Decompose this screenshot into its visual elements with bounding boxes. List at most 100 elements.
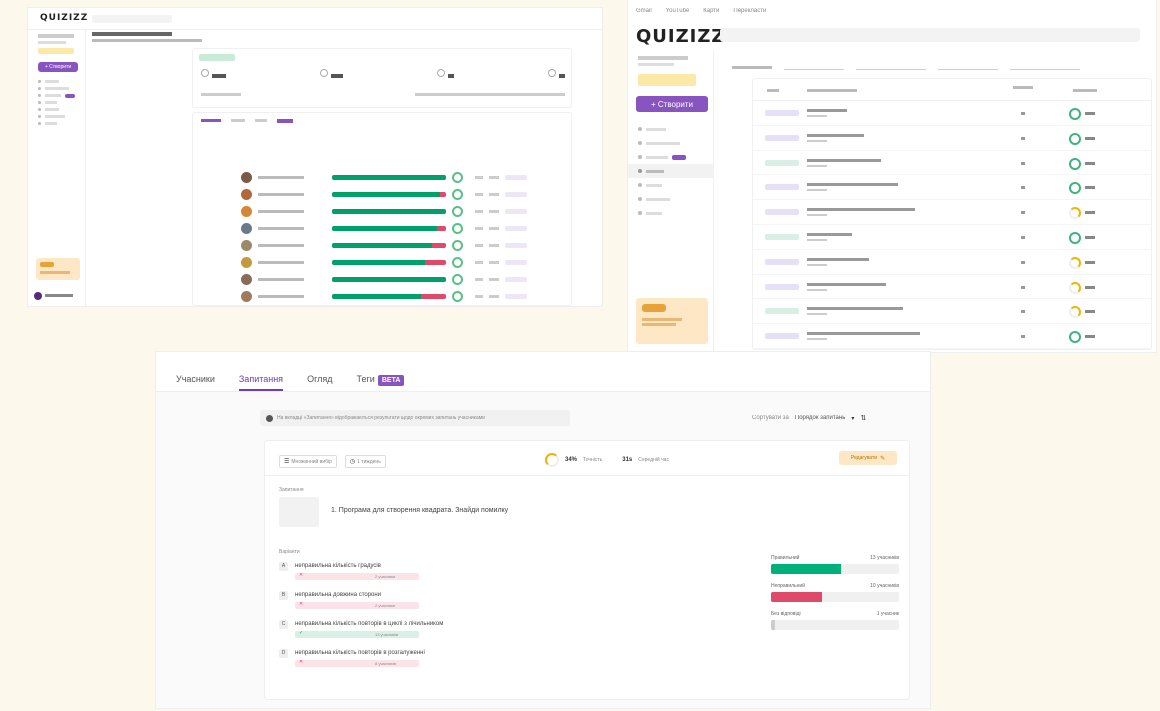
beta-badge: BETA: [377, 375, 405, 386]
avatar: [241, 291, 252, 302]
edit-button[interactable]: Редагувати ✎: [839, 451, 897, 465]
bookmark-gmail[interactable]: Gmail: [636, 8, 652, 20]
student-row[interactable]: [241, 186, 551, 203]
table-row[interactable]: [753, 225, 1151, 250]
search-input[interactable]: [92, 15, 172, 23]
table-header: [753, 79, 1151, 101]
accuracy-ring-icon: [1069, 182, 1081, 195]
tab-questions[interactable]: Запитання: [238, 374, 284, 391]
sidebar-item[interactable]: [38, 78, 85, 85]
details-button[interactable]: [505, 277, 527, 282]
table-row[interactable]: [753, 299, 1151, 325]
upgrade-badge[interactable]: [38, 48, 74, 54]
search-input[interactable]: [720, 28, 1140, 42]
table-row[interactable]: [753, 101, 1151, 126]
tab-participants[interactable]: Учасники: [176, 374, 215, 391]
upgrade-badge[interactable]: [638, 74, 696, 86]
tab-tags[interactable]: [277, 119, 293, 123]
tab-overview[interactable]: [255, 119, 267, 122]
table-row[interactable]: [753, 200, 1151, 225]
stat-count: 1 учасник: [876, 611, 899, 617]
create-button[interactable]: + Створити: [636, 96, 708, 112]
bookmark-youtube[interactable]: YouTube: [666, 8, 690, 20]
question-subtitle: [807, 238, 827, 241]
question-type-chip: ☰ Множинний вибір: [279, 455, 337, 468]
student-row[interactable]: [241, 203, 551, 220]
response-stat: Неправильний 10 учасників: [771, 583, 899, 611]
student-row[interactable]: [241, 288, 551, 305]
table-row[interactable]: [753, 151, 1151, 176]
sidebar-item[interactable]: [638, 122, 713, 136]
sidebar-item[interactable]: [38, 92, 85, 99]
table-row[interactable]: [753, 175, 1151, 201]
accuracy-value: [1085, 136, 1095, 140]
report-screenshot-questions-list: Gmail YouTube Карти Перекласти QUIZIZZ +…: [628, 0, 1156, 352]
details-button[interactable]: [505, 260, 527, 265]
sidebar-item[interactable]: [38, 99, 85, 106]
student-row[interactable]: [241, 254, 551, 271]
student-row[interactable]: [241, 271, 551, 288]
sidebar-item[interactable]: [638, 206, 713, 220]
filter-dropdown[interactable]: [1010, 64, 1080, 70]
participants-icon: [548, 69, 556, 77]
student-row[interactable]: [241, 220, 551, 237]
top-bar: QUIZIZZ: [628, 22, 1156, 48]
sidebar-item[interactable]: [638, 150, 713, 164]
accuracy-ring-icon: [452, 274, 463, 285]
chevron-down-icon[interactable]: ▾: [851, 415, 854, 422]
option-response-bar: [295, 631, 419, 638]
promo-card[interactable]: [636, 298, 708, 344]
student-row[interactable]: [241, 237, 551, 254]
option-row: Aнеправильна кількість градусів ✕ 2 учасни…: [279, 561, 599, 590]
table-row[interactable]: [753, 275, 1151, 300]
sort-order-icon[interactable]: ⇅: [860, 414, 866, 422]
filter-dropdown[interactable]: [784, 64, 844, 70]
sidebar-item-reports[interactable]: [628, 164, 714, 178]
question-card: ☰ Множинний вибір ◷ 1 тиждень 34% Точність…: [264, 440, 911, 700]
sidebar-item[interactable]: [638, 192, 713, 206]
quizizz-logo[interactable]: QUIZIZZ: [636, 26, 725, 47]
sidebar-item[interactable]: [38, 120, 85, 127]
cross-icon: ✕: [299, 601, 304, 607]
details-button[interactable]: [505, 175, 527, 180]
details-button[interactable]: [505, 209, 527, 214]
user-profile-card[interactable]: [34, 292, 82, 304]
bookmark-maps[interactable]: Карти: [703, 8, 719, 20]
sidebar-item[interactable]: [38, 85, 85, 92]
table-row[interactable]: [753, 126, 1151, 151]
accuracy-ring-icon: [1069, 231, 1081, 244]
tab-tags[interactable]: Теги BETA: [357, 374, 405, 391]
details-button[interactable]: [505, 192, 527, 197]
attempts-count: [1021, 310, 1025, 314]
stat-bar: [771, 592, 899, 602]
question-subtitle: [807, 189, 827, 192]
attempts-count: [1021, 211, 1025, 215]
sidebar-item[interactable]: [38, 106, 85, 113]
sidebar-item[interactable]: [638, 136, 713, 150]
details-button[interactable]: [505, 226, 527, 231]
details-button[interactable]: [505, 243, 527, 248]
bookmark-translate[interactable]: Перекласти: [733, 8, 766, 20]
create-button[interactable]: + Створити: [38, 62, 78, 72]
details-button[interactable]: [505, 294, 527, 299]
question-image[interactable]: [279, 497, 319, 527]
tab-questions[interactable]: [231, 119, 245, 122]
participants-card: [192, 112, 572, 306]
tab-participants[interactable]: [201, 119, 221, 122]
table-row[interactable]: [753, 324, 1151, 349]
promo-card[interactable]: [36, 258, 80, 280]
accuracy-ring-icon: [452, 240, 463, 251]
tab-overview[interactable]: Огляд: [307, 374, 332, 391]
sort-dropdown[interactable]: Порядок запитань: [795, 415, 845, 421]
avatar: [241, 223, 252, 234]
quizizz-logo[interactable]: QUIZIZZ: [40, 13, 88, 23]
options-list: Aнеправильна кількість градусів ✕ 2 учасни…: [279, 561, 599, 677]
sidebar-item[interactable]: [38, 113, 85, 120]
filter-dropdown[interactable]: [938, 64, 998, 70]
filter-dropdown[interactable]: [856, 64, 926, 70]
question-title: [807, 208, 915, 212]
table-row[interactable]: [753, 250, 1151, 275]
student-name: [258, 261, 304, 264]
student-row[interactable]: [241, 169, 551, 186]
sidebar-item[interactable]: [638, 178, 713, 192]
